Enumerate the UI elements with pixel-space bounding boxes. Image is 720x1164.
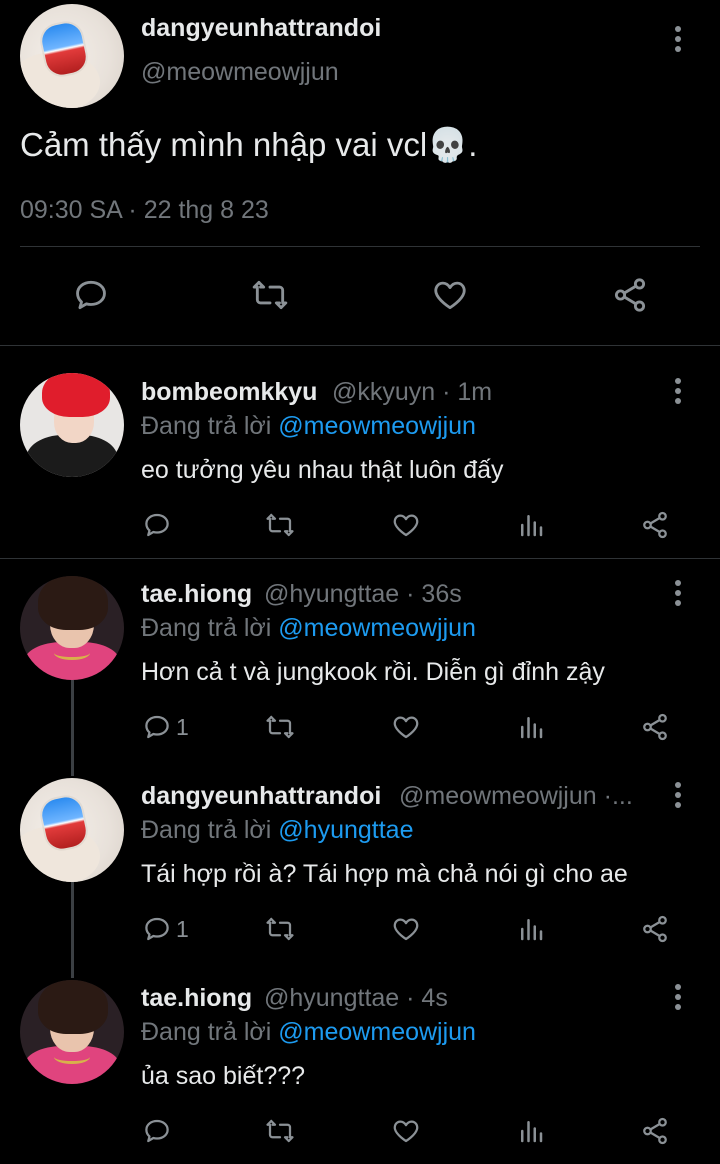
- retweet-button[interactable]: [264, 712, 296, 742]
- retweet-button[interactable]: [264, 1116, 296, 1146]
- avatar[interactable]: [20, 576, 124, 680]
- mention-link[interactable]: @meowmeowjjun: [278, 1018, 476, 1046]
- replying-to-label: Đang trả lời: [141, 614, 272, 642]
- reply-icon: [145, 917, 169, 941]
- share-button[interactable]: [640, 510, 670, 540]
- reply-count: 1: [176, 915, 189, 942]
- retweet-icon: [266, 1119, 294, 1143]
- tweet-text: Cảm thấy mình nhập vai vcl💀.: [20, 126, 478, 163]
- divider: [0, 345, 720, 346]
- reply-button[interactable]: 1: [142, 712, 189, 742]
- divider: [20, 246, 700, 247]
- display-name[interactable]: bombeomkkyu: [141, 378, 317, 407]
- views-button[interactable]: [516, 1116, 546, 1146]
- reply-button[interactable]: [142, 1116, 176, 1146]
- mention-link[interactable]: @meowmeowjjun: [278, 614, 476, 642]
- share-icon: [643, 511, 667, 539]
- more-vertical-icon[interactable]: [674, 782, 682, 810]
- like-button[interactable]: [390, 510, 422, 540]
- reply-icon: [145, 1119, 169, 1143]
- thread-line: [71, 680, 74, 776]
- heart-icon: [393, 716, 419, 739]
- share-icon: [614, 278, 646, 312]
- like-button[interactable]: [390, 1116, 422, 1146]
- replying-to: Đang trả lời @hyungttae: [141, 816, 414, 845]
- retweet-icon: [252, 280, 288, 310]
- more-vertical-icon[interactable]: [674, 580, 682, 608]
- reply-count: 1: [176, 713, 189, 740]
- tweet-timestamp: 09:30 SA · 22 thg 8 23: [20, 196, 269, 224]
- replying-to: Đang trả lời @meowmeowjjun: [141, 1018, 476, 1047]
- share-icon: [643, 915, 667, 943]
- heart-icon: [434, 281, 466, 310]
- reply-button[interactable]: [142, 510, 176, 540]
- share-button[interactable]: [640, 1116, 670, 1146]
- display-name[interactable]: dangyeunhattrandoi: [141, 14, 381, 43]
- handle-time: @kkyuyn · 1m: [332, 378, 493, 406]
- handle-time: @hyungttae · 4s: [264, 984, 448, 1012]
- replying-to-label: Đang trả lời: [141, 816, 272, 844]
- retweet-button[interactable]: [250, 276, 290, 314]
- reply-icon: [145, 513, 169, 537]
- reply-button[interactable]: 1: [142, 914, 189, 944]
- replying-to-label: Đang trả lời: [141, 1018, 272, 1046]
- more-vertical-icon[interactable]: [674, 26, 682, 54]
- reply-icon: [145, 715, 169, 739]
- avatar[interactable]: [20, 373, 124, 477]
- divider: [0, 558, 720, 559]
- retweet-icon: [266, 917, 294, 941]
- like-button[interactable]: [390, 712, 422, 742]
- replying-to-label: Đang trả lời: [141, 412, 272, 440]
- share-button[interactable]: [640, 712, 670, 742]
- views-icon: [521, 919, 543, 941]
- reply-text: Hơn cả t và jungkook rồi. Diễn gì đỉnh z…: [141, 658, 605, 686]
- mention-link[interactable]: @hyungttae: [278, 816, 413, 844]
- reply-text: eo tưởng yêu nhau thật luôn đấy: [141, 456, 504, 484]
- display-name[interactable]: tae.hiong: [141, 580, 252, 609]
- reply-icon: [76, 280, 106, 310]
- more-vertical-icon[interactable]: [674, 378, 682, 406]
- replying-to: Đang trả lời @meowmeowjjun: [141, 412, 476, 441]
- share-icon: [643, 1117, 667, 1145]
- views-icon: [521, 515, 543, 537]
- replying-to: Đang trả lời @meowmeowjjun: [141, 614, 476, 643]
- views-button[interactable]: [516, 712, 546, 742]
- retweet-icon: [266, 715, 294, 739]
- views-icon: [521, 717, 543, 739]
- reply-text: ủa sao biết???: [141, 1062, 306, 1090]
- handle-time: @hyungttae · 36s: [264, 580, 462, 608]
- views-icon: [521, 1121, 543, 1143]
- retweet-button[interactable]: [264, 914, 296, 944]
- handle-time: @meowmeowjjun ·...: [399, 782, 633, 810]
- avatar[interactable]: [20, 778, 124, 882]
- user-handle[interactable]: @meowmeowjjun: [141, 58, 339, 87]
- more-vertical-icon[interactable]: [674, 984, 682, 1012]
- retweet-button[interactable]: [264, 510, 296, 540]
- share-icon: [643, 713, 667, 741]
- like-button[interactable]: [430, 276, 470, 314]
- share-button[interactable]: [610, 276, 650, 314]
- thread-line: [71, 882, 74, 978]
- views-button[interactable]: [516, 914, 546, 944]
- heart-icon: [393, 514, 419, 537]
- share-button[interactable]: [640, 914, 670, 944]
- display-name[interactable]: tae.hiong: [141, 984, 252, 1013]
- display-name[interactable]: dangyeunhattrandoi: [141, 782, 381, 811]
- like-button[interactable]: [390, 914, 422, 944]
- reply-button[interactable]: [72, 276, 110, 314]
- reply-text: Tái hợp rồi à? Tái hợp mà chả nói gì cho…: [141, 860, 628, 888]
- avatar[interactable]: [20, 980, 124, 1084]
- heart-icon: [393, 918, 419, 941]
- avatar[interactable]: [20, 4, 124, 108]
- heart-icon: [393, 1120, 419, 1143]
- retweet-icon: [266, 513, 294, 537]
- mention-link[interactable]: @meowmeowjjun: [278, 412, 476, 440]
- views-button[interactable]: [516, 510, 546, 540]
